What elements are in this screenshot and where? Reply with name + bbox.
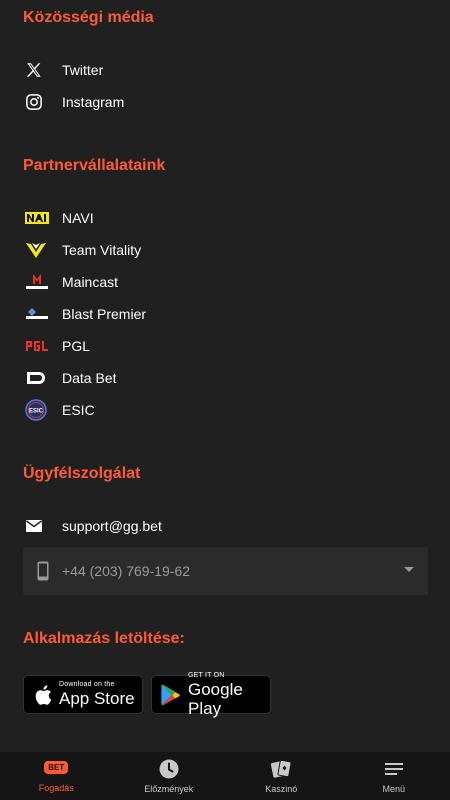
google-play-button[interactable]: GET IT ON Google Play (151, 672, 271, 718)
instagram-icon (23, 90, 55, 114)
maincast-logo-icon (23, 270, 55, 294)
partner-label: ESIC (62, 402, 95, 418)
partner-label: Team Vitality (62, 242, 142, 258)
partner-link-maincast[interactable]: Maincast (23, 268, 427, 296)
google-play-small-label: GET IT ON (188, 671, 225, 679)
phone-number: +44 (203) 769-19-62 (62, 563, 191, 579)
support-email: support@gg.bet (62, 518, 162, 534)
nav-item-menu[interactable]: Menü (338, 752, 450, 800)
hamburger-menu-icon (384, 759, 404, 779)
partner-link-data-bet[interactable]: Data Bet (23, 364, 427, 392)
phone-icon (23, 561, 63, 581)
social-media-title: Közösségi média (23, 9, 154, 26)
partner-label: Blast Premier (62, 306, 147, 322)
partners-title: Partnervállalataink (23, 157, 166, 174)
nav-item-label: Előzmények (144, 784, 194, 794)
partner-link-pgl[interactable]: PGL (23, 332, 427, 360)
bet-icon: BET (44, 761, 69, 774)
cards-icon (270, 759, 292, 779)
support-title: Ügyfélszolgálat (23, 465, 141, 482)
app-store-text: Download on the App Store (59, 681, 135, 708)
navi-logo-icon (23, 206, 55, 230)
nav-item-history[interactable]: Előzmények (113, 752, 226, 800)
nav-item-label: Menü (382, 784, 405, 794)
partner-link-esic[interactable]: ESIC ESIC (23, 396, 427, 424)
social-link-label: Twitter (62, 62, 104, 78)
mail-icon (23, 514, 55, 538)
nav-item-label: Fogadás (38, 783, 74, 793)
partner-label: PGL (62, 338, 91, 354)
partner-label: Data Bet (62, 370, 117, 386)
pgl-logo-icon (23, 334, 55, 358)
partner-link-navi[interactable]: NAVI (23, 204, 427, 232)
partner-link-team-vitality[interactable]: Team Vitality (23, 236, 427, 264)
esic-logo-icon: ESIC (23, 398, 55, 422)
social-link-label: Instagram (62, 94, 125, 110)
partner-label: Maincast (62, 274, 119, 290)
google-play-text: GET IT ON Google Play (188, 672, 270, 718)
clock-icon (159, 759, 179, 779)
google-play-big-label: Google Play (188, 679, 243, 718)
google-play-icon (161, 684, 181, 706)
chevron-down-icon (404, 567, 414, 572)
app-download-title: Alkalmazás letöltése: (23, 630, 185, 647)
svg-text:ESIC: ESIC (29, 409, 44, 415)
blast-premier-logo-icon (23, 302, 55, 326)
partner-label: NAVI (62, 210, 94, 226)
x-twitter-icon (23, 58, 55, 82)
app-store-button[interactable]: Download on the App Store (23, 675, 143, 714)
nav-item-betting[interactable]: BET Fogadás (0, 752, 113, 800)
app-store-big-label: App Store (59, 689, 135, 708)
phone-select[interactable]: +44 (203) 769-19-62 (23, 547, 428, 595)
nav-item-label: Kaszinó (265, 784, 298, 794)
social-link-instagram[interactable]: Instagram (23, 88, 427, 116)
support-email-link[interactable]: support@gg.bet (23, 512, 427, 540)
app-store-small-label: Download on the (59, 681, 115, 688)
databet-logo-icon (23, 366, 55, 390)
vitality-logo-icon (23, 238, 55, 262)
bottom-navigation: BET Fogadás Előzmények Kaszinó Menü (0, 752, 450, 800)
footer-content: Közösségi média Twitter Instagram Partne… (0, 0, 450, 752)
partner-link-blast-premier[interactable]: Blast Premier (23, 300, 427, 328)
apple-icon (34, 684, 52, 706)
nav-item-casino[interactable]: Kaszinó (225, 752, 338, 800)
social-link-twitter[interactable]: Twitter (23, 56, 427, 84)
